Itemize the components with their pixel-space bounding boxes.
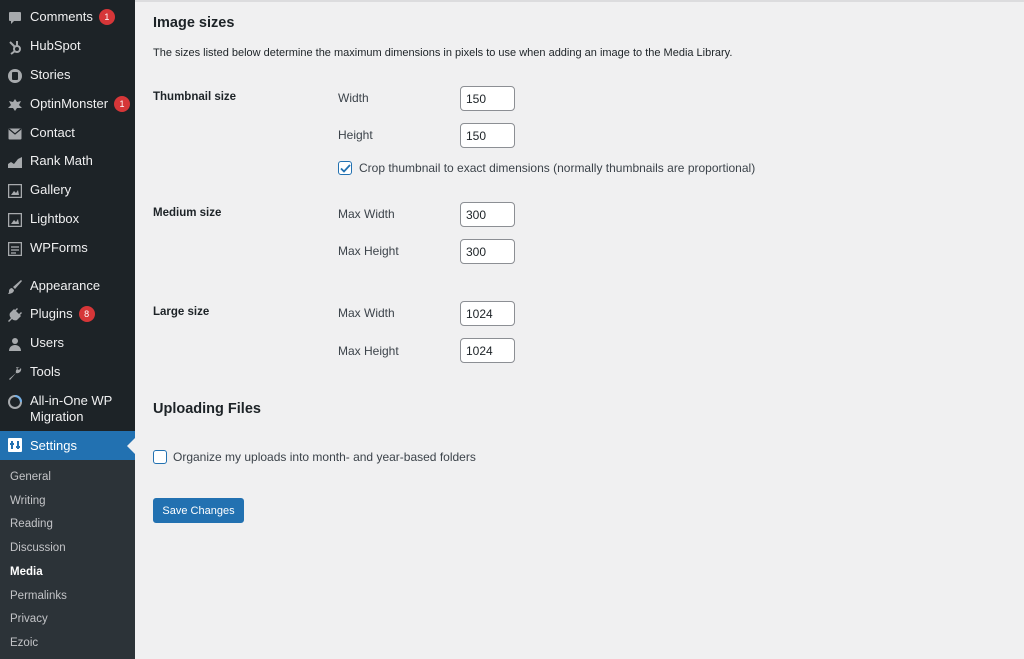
organize-uploads-label: Organize my uploads into month- and year…: [173, 450, 476, 464]
comments-icon: [6, 9, 24, 27]
large-size-title: Large size: [153, 306, 210, 318]
sidebar-item-label: Comments: [30, 9, 93, 24]
sidebar-item-label: Tools: [30, 364, 61, 379]
sidebar-item-label: Rank Math: [30, 153, 93, 168]
sidebar-item-label: Appearance: [30, 278, 101, 293]
large-width-input[interactable]: [460, 301, 515, 326]
submenu-item-permalinks[interactable]: Permalinks: [10, 590, 67, 602]
comments-count-badge: 1: [98, 9, 115, 25]
submenu-item-media[interactable]: Media: [10, 566, 43, 578]
thumbnail-height-input[interactable]: [460, 123, 515, 148]
optinmonster-icon: [6, 96, 24, 114]
top-divider: [135, 0, 1024, 2]
wrench-icon: [6, 364, 24, 382]
plugins-update-badge: 8: [78, 306, 95, 322]
thumbnail-size-title: Thumbnail size: [153, 91, 237, 103]
medium-size-title: Medium size: [153, 207, 222, 219]
wpforms-icon: [6, 240, 24, 258]
large-height-label: Max Height: [338, 344, 399, 358]
save-changes-button[interactable]: Save Changes: [153, 498, 244, 523]
organize-uploads-checkbox[interactable]: [153, 450, 167, 464]
submenu-item-privacy[interactable]: Privacy: [10, 613, 48, 625]
submenu-item-writing[interactable]: Writing: [10, 495, 46, 507]
user-icon: [6, 335, 24, 353]
submenu-item-ezoic[interactable]: Ezoic: [10, 637, 38, 649]
checkmark-icon: [339, 163, 351, 173]
image-sizes-heading: Image sizes: [153, 15, 235, 31]
sidebar-item-label: Settings: [30, 438, 77, 453]
sidebar-item-settings[interactable]: Settings: [0, 431, 135, 460]
sidebar-item-label: All-in-One WP Migration: [30, 393, 113, 424]
submenu-item-discussion[interactable]: Discussion: [10, 542, 66, 554]
admin-sidebar: Comments 1 HubSpot Stories OptinMonster 1 …: [0, 0, 135, 659]
sidebar-item-label: Stories: [30, 67, 71, 82]
sidebar-item-label: Users: [30, 335, 64, 350]
gallery-icon: [6, 182, 24, 200]
crop-thumbnail-checkbox[interactable]: [338, 161, 352, 175]
hubspot-icon: [6, 38, 24, 56]
migration-icon: [6, 393, 24, 411]
main-content: Image sizes The sizes listed below deter…: [135, 0, 1024, 659]
uploading-files-heading: Uploading Files: [153, 401, 261, 417]
brush-icon: [6, 278, 24, 296]
rank-math-icon: [6, 153, 24, 171]
large-width-label: Max Width: [338, 306, 395, 320]
medium-height-label: Max Height: [338, 244, 399, 258]
submenu-item-general[interactable]: General: [10, 471, 51, 483]
settings-icon: [7, 437, 23, 458]
medium-height-input[interactable]: [460, 239, 515, 264]
stories-icon: [6, 67, 24, 85]
crop-thumbnail-label: Crop thumbnail to exact dimensions (norm…: [359, 161, 756, 175]
sidebar-item-label: Lightbox: [30, 211, 80, 226]
sidebar-item-label: WPForms: [30, 240, 88, 255]
sidebar-item-label: Gallery: [30, 182, 72, 197]
medium-width-label: Max Width: [338, 207, 395, 221]
thumbnail-width-label: Width: [338, 91, 369, 105]
lightbox-icon: [6, 211, 24, 229]
medium-width-input[interactable]: [460, 202, 515, 227]
thumbnail-height-label: Height: [338, 128, 373, 142]
thumbnail-width-input[interactable]: [460, 86, 515, 111]
plug-icon: [6, 306, 24, 324]
optinmonster-count-badge: 1: [114, 96, 131, 112]
sidebar-item-label: HubSpot: [30, 38, 81, 53]
sidebar-item-label: OptinMonster: [30, 96, 109, 111]
settings-submenu: General Writing Reading Discussion Media…: [0, 460, 135, 659]
mail-icon: [6, 125, 24, 143]
large-height-input[interactable]: [460, 338, 515, 363]
image-sizes-description: The sizes listed below determine the max…: [153, 47, 733, 59]
sidebar-item-label: Contact: [30, 125, 75, 140]
submenu-item-reading[interactable]: Reading: [10, 518, 53, 530]
sidebar-item-label: Plugins: [30, 306, 73, 321]
